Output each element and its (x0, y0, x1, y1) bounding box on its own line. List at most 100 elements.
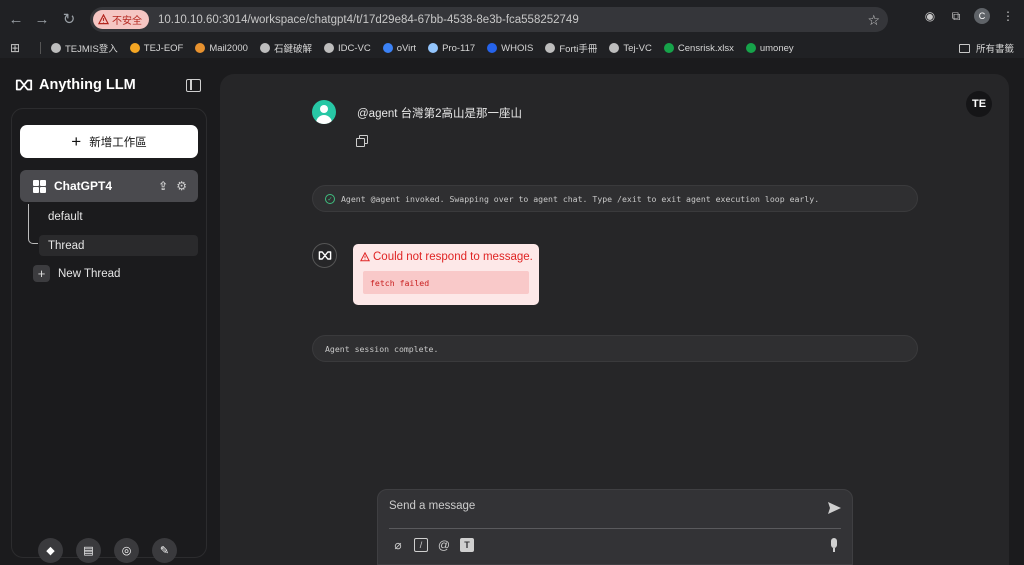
bookmark-item[interactable]: IDC-VC (323, 43, 371, 54)
word-icon (487, 43, 498, 53)
check-circle-icon: ✓ (325, 193, 335, 204)
at-mention-icon[interactable]: @ (437, 538, 451, 552)
bookmark-label: 石鍵破解 (273, 44, 312, 55)
sidebar-toggle-icon[interactable] (186, 79, 201, 92)
workspace-panel: + 新增工作區 ChatGPT4 ⇪ ⚙ default Thread + Ne… (11, 108, 207, 558)
invoke-status-text: Agent @agent invoked. Swapping over to a… (341, 193, 820, 204)
workspace-name: ChatGPT4 (54, 179, 113, 193)
bookmark-label: Pro-117 (442, 42, 476, 54)
forward-arrow-icon[interactable]: → (29, 6, 55, 32)
url-text[interactable]: 10.10.10.60:3014/workspace/chatgpt4/t/17… (158, 14, 579, 26)
bookmark-item[interactable]: Tej-VC (609, 43, 652, 54)
bookmark-label: Censrisk.xlsx (677, 42, 734, 54)
warning-triangle-icon (98, 14, 109, 25)
bookmark-item[interactable]: Forti手冊 (545, 41, 597, 55)
globe-icon (51, 43, 61, 53)
workspace-grid-icon (33, 179, 46, 193)
address-bar[interactable]: 不安全 10.10.10.60:3014/workspace/chatgpt4/… (90, 7, 888, 32)
ovirt-icon (382, 43, 393, 53)
bookmark-item[interactable]: Mail2000 (195, 43, 248, 54)
anythingllm-logo-icon (15, 79, 33, 91)
composer-divider (389, 528, 841, 529)
new-workspace-button[interactable]: + 新增工作區 (20, 125, 198, 158)
bookmark-item[interactable]: oVirt (382, 42, 417, 54)
extension-icon[interactable]: ◉ (922, 8, 938, 24)
not-secure-badge[interactable]: 不安全 (93, 10, 149, 29)
globe-icon (259, 43, 270, 53)
plus-icon: + (71, 132, 82, 151)
complete-status-text: Agent session complete. (325, 343, 439, 354)
u-logo-icon (129, 43, 140, 53)
back-arrow-icon[interactable]: ← (3, 6, 29, 32)
puzzle-extensions-icon[interactable]: ⧉ (948, 8, 964, 24)
error-message-card: Could not respond to message. fetch fail… (353, 244, 539, 305)
user-message: @agent 台灣第2高山是那一座山 (357, 108, 523, 120)
brand-logo: Anything LLM (15, 77, 136, 93)
attachment-paperclip-icon[interactable]: ⌀ (391, 538, 405, 552)
browser-toolbar: ← → ↻ 不安全 10.10.10.60:3014/workspace/cha… (0, 0, 1024, 38)
sidebar-footer: ◆ ▤ ◎ ✎ (38, 538, 177, 563)
send-icon[interactable] (826, 500, 842, 516)
discord-icon[interactable]: ◎ (114, 538, 139, 563)
bookmark-item[interactable]: TEJMIS登入 (51, 41, 118, 55)
anythingllm-logo-icon (318, 251, 331, 260)
bookmark-item[interactable]: TEJ-EOF (129, 42, 184, 54)
workspace-item-chatgpt4[interactable]: ChatGPT4 ⇪ ⚙ (20, 170, 198, 202)
wrench-settings-icon[interactable]: ✎ (152, 538, 177, 563)
apps-grid-icon[interactable]: ⊞ (10, 41, 24, 55)
message-input[interactable] (389, 500, 809, 512)
agent-avatar (312, 243, 337, 268)
all-bookmarks[interactable]: 所有書籤 (958, 41, 1014, 55)
bookmark-item[interactable]: Pro-117 (428, 43, 475, 54)
globe-icon (609, 43, 620, 53)
microphone-icon[interactable] (829, 538, 839, 553)
github-icon[interactable]: ◆ (38, 538, 63, 563)
bookmark-item[interactable]: WHOIS (487, 43, 533, 54)
docs-book-icon[interactable]: ▤ (76, 538, 101, 563)
copy-icon[interactable] (356, 135, 368, 147)
bookmark-label: Forti手冊 (559, 44, 598, 55)
user-avatar (312, 100, 336, 124)
app-window: Anything LLM + 新增工作區 ChatGPT4 ⇪ ⚙ defaul… (0, 62, 1024, 565)
reload-icon[interactable]: ↻ (56, 6, 82, 32)
bookmark-item[interactable]: Censrisk.xlsx (663, 42, 734, 54)
bookmarks-divider (40, 42, 41, 54)
folder-icon (958, 43, 970, 53)
text-size-icon[interactable]: T (460, 538, 474, 552)
globe-icon (545, 43, 556, 53)
gear-icon[interactable]: ⚙ (176, 179, 187, 193)
upload-icon[interactable]: ⇪ (158, 179, 168, 193)
bookmark-label: WHOIS (501, 42, 534, 54)
thread-tree-line (28, 204, 38, 244)
bookmark-label: TEJMIS登入 (65, 44, 118, 55)
thread-item-thread[interactable]: Thread (39, 235, 198, 256)
menu-kebab-icon[interactable]: ⋮ (1000, 8, 1016, 24)
error-title: Could not respond to message. (360, 251, 533, 263)
error-title-text: Could not respond to message. (373, 251, 533, 263)
bookmark-label: umoney (759, 42, 794, 54)
excel-icon (745, 43, 756, 53)
bookmark-label: Tej-VC (623, 42, 652, 54)
plus-icon: + (33, 265, 50, 282)
user-badge[interactable]: TE (966, 91, 992, 117)
security-label: 不安全 (112, 16, 142, 27)
bookmark-star-icon[interactable]: ☆ (867, 12, 880, 29)
page-icon (428, 43, 439, 53)
profile-avatar[interactable]: C (974, 8, 990, 24)
bookmark-item[interactable]: umoney (745, 42, 794, 54)
bookmark-label: Mail2000 (209, 42, 248, 54)
new-thread-button[interactable]: + New Thread (33, 265, 120, 282)
new-thread-label: New Thread (58, 267, 121, 280)
bookmark-label: oVirt (396, 42, 417, 54)
mail-icon (195, 43, 206, 53)
bookmark-label: TEJ-EOF (143, 42, 184, 54)
chat-area: TE @agent 台灣第2高山是那一座山 ✓ Agent @agent inv… (220, 74, 1009, 565)
slash-command-icon[interactable]: / (414, 538, 428, 552)
thread-item-default[interactable]: default (39, 206, 198, 227)
warning-triangle-icon (360, 252, 370, 262)
agent-invoked-status: ✓ Agent @agent invoked. Swapping over to… (312, 185, 918, 212)
all-bookmarks-label: 所有書籤 (975, 44, 1014, 55)
sidebar: Anything LLM + 新增工作區 ChatGPT4 ⇪ ⚙ defaul… (0, 62, 218, 565)
bookmark-item[interactable]: 石鍵破解 (259, 41, 312, 55)
excel-icon (663, 43, 674, 53)
